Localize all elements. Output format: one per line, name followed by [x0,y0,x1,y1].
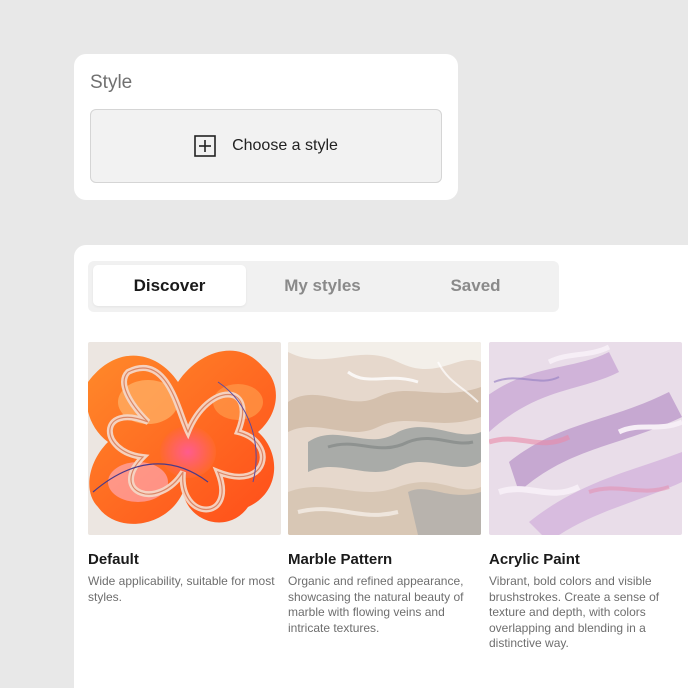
style-card-acrylic-paint[interactable]: Acrylic Paint Vibrant, bold colors and v… [489,342,682,652]
tab-discover[interactable]: Discover [93,265,246,306]
style-card-description: Vibrant, bold colors and visible brushst… [489,574,660,650]
style-gallery-panel: Discover My styles Saved Default Wide ap… [74,245,688,688]
choose-style-button[interactable]: Choose a style [90,109,442,183]
style-card-title: Default [88,551,139,568]
abstract-orange-flower-thumbnail[interactable] [88,342,281,535]
style-card-default[interactable]: Default Wide applicability, suitable for… [88,342,281,605]
style-card-description: Wide applicability, suitable for most st… [88,574,275,604]
acrylic-brushstroke-thumbnail[interactable] [489,342,682,535]
marble-texture-thumbnail[interactable] [288,342,481,535]
style-section-title: Style [90,72,133,93]
tab-saved[interactable]: Saved [399,265,552,306]
style-card-description: Organic and refined appearance, showcasi… [288,574,464,635]
choose-style-label: Choose a style [232,137,338,154]
style-card-title: Marble Pattern [288,551,393,568]
plus-box-icon [194,135,216,157]
style-picker-card: Style Choose a style [74,54,458,200]
style-card-title: Acrylic Paint [489,551,580,568]
style-tabs: Discover My styles Saved [88,261,559,312]
tab-my-styles[interactable]: My styles [246,265,399,306]
style-card-marble-pattern[interactable]: Marble Pattern Organic and refined appea… [288,342,481,636]
